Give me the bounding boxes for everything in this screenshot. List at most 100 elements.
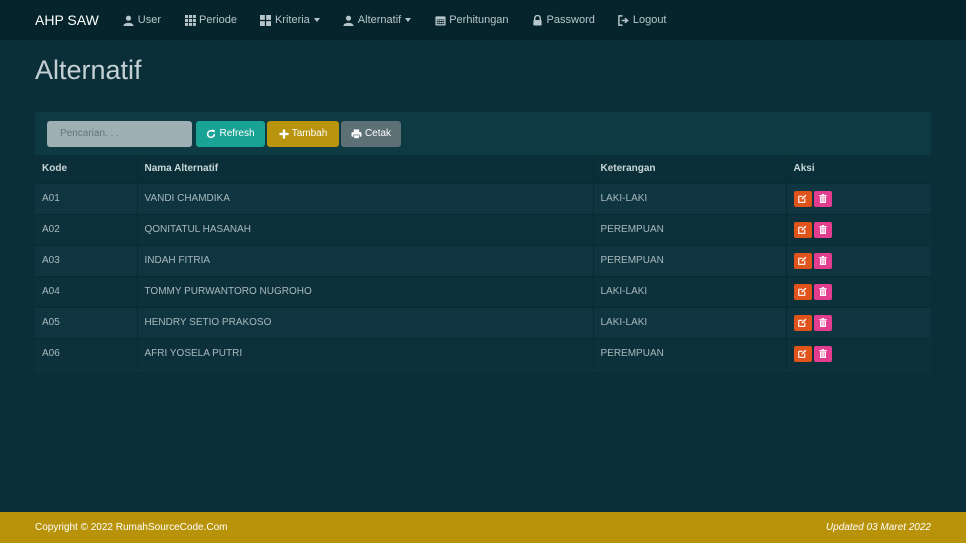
cell-nama: HENDRY SETIO PRAKOSO bbox=[136, 306, 593, 338]
table-header-row: Kode Nama Alternatif Keterangan Aksi bbox=[35, 155, 931, 183]
nav-item-periode[interactable]: Periode bbox=[184, 14, 237, 26]
nav-item-logout[interactable]: Logout bbox=[618, 14, 667, 26]
edit-button[interactable] bbox=[793, 190, 812, 207]
grid-icon bbox=[184, 14, 196, 26]
nav-item-label: Alternatif bbox=[357, 14, 402, 26]
lock-icon bbox=[532, 14, 544, 26]
nav-item-label: Password bbox=[546, 14, 595, 26]
alternatif-table: Kode Nama Alternatif Keterangan Aksi A01… bbox=[35, 155, 931, 369]
cell-aksi bbox=[785, 337, 931, 369]
add-button[interactable]: Tambah bbox=[267, 120, 339, 147]
chevron-down-icon bbox=[405, 18, 412, 22]
nav-item-label: Kriteria bbox=[274, 14, 310, 26]
nav-item-alternatif[interactable]: Alternatif bbox=[343, 14, 412, 26]
refresh-label: Refresh bbox=[219, 128, 255, 139]
copyright-text: Copyright © 2022 RumahSourceCode.Com bbox=[35, 522, 228, 533]
refresh-button[interactable]: Refresh bbox=[196, 120, 265, 147]
user-icon bbox=[343, 14, 355, 26]
cell-aksi bbox=[785, 182, 931, 214]
delete-button[interactable] bbox=[813, 314, 832, 331]
cell-nama: TOMMY PURWANTORO NUGROHO bbox=[136, 275, 593, 307]
plus-icon bbox=[279, 128, 289, 139]
trash-icon bbox=[818, 287, 827, 296]
trash-icon bbox=[818, 318, 827, 327]
table-row: A05 HENDRY SETIO PRAKOSO LAKI-LAKI bbox=[35, 306, 931, 338]
delete-button[interactable] bbox=[813, 190, 832, 207]
print-label: Cetak bbox=[364, 128, 392, 139]
edit-button[interactable] bbox=[793, 345, 812, 362]
column-header-kode: Kode bbox=[35, 155, 137, 183]
trash-icon bbox=[818, 225, 827, 234]
table-row: A04 TOMMY PURWANTORO NUGROHO LAKI-LAKI bbox=[35, 275, 931, 307]
column-header-keterangan: Keterangan bbox=[592, 155, 786, 183]
edit-button[interactable] bbox=[793, 221, 812, 238]
edit-icon bbox=[798, 256, 807, 265]
search-input[interactable] bbox=[47, 120, 192, 147]
footer: Copyright © 2022 RumahSourceCode.Com Upd… bbox=[0, 512, 966, 543]
refresh-icon bbox=[206, 129, 216, 139]
cell-keterangan: PEREMPUAN bbox=[592, 337, 786, 369]
logout-icon bbox=[618, 14, 630, 26]
cell-kode: A06 bbox=[35, 337, 137, 369]
edit-icon bbox=[798, 318, 807, 327]
user-icon bbox=[123, 14, 135, 26]
cell-nama: INDAH FITRIA bbox=[136, 244, 593, 276]
toolbar: Refresh Tambah Cetak bbox=[35, 112, 931, 155]
column-header-aksi: Aksi bbox=[785, 155, 931, 183]
edit-icon bbox=[798, 349, 807, 359]
cell-keterangan: PEREMPUAN bbox=[592, 213, 786, 245]
cell-nama: QONITATUL HASANAH bbox=[136, 213, 593, 245]
trash-icon bbox=[818, 256, 827, 265]
cell-aksi bbox=[785, 306, 931, 338]
nav-item-user[interactable]: User bbox=[123, 14, 161, 26]
add-label: Tambah bbox=[291, 128, 328, 139]
cell-nama: VANDI CHAMDIKA bbox=[136, 182, 593, 214]
table-row: A03 INDAH FITRIA PEREMPUAN bbox=[35, 244, 931, 276]
cell-kode: A03 bbox=[35, 244, 137, 276]
nav-item-label: Periode bbox=[199, 14, 237, 26]
cell-keterangan: LAKI-LAKI bbox=[592, 306, 786, 338]
edit-button[interactable] bbox=[793, 314, 812, 331]
nav-item-kriteria[interactable]: Kriteria bbox=[260, 14, 320, 26]
trash-icon bbox=[818, 194, 827, 203]
print-button[interactable]: Cetak bbox=[341, 120, 401, 147]
cell-keterangan: PEREMPUAN bbox=[592, 244, 786, 276]
cell-aksi bbox=[785, 275, 931, 307]
column-header-nama: Nama Alternatif bbox=[136, 155, 593, 183]
navbar: AHP SAW User Periode Kriteria Alternatif… bbox=[0, 0, 966, 40]
delete-button[interactable] bbox=[813, 221, 832, 238]
edit-button[interactable] bbox=[793, 252, 812, 269]
delete-button[interactable] bbox=[813, 252, 832, 269]
cell-keterangan: LAKI-LAKI bbox=[592, 275, 786, 307]
calendar-icon bbox=[434, 14, 446, 26]
edit-icon bbox=[798, 287, 807, 296]
chevron-down-icon bbox=[313, 18, 320, 22]
page-title: Alternatif bbox=[35, 55, 142, 85]
delete-button[interactable] bbox=[813, 345, 832, 362]
edit-button[interactable] bbox=[793, 283, 812, 300]
updated-text: Updated 03 Maret 2022 bbox=[825, 522, 931, 533]
cell-kode: A02 bbox=[35, 213, 137, 245]
cell-aksi bbox=[785, 244, 931, 276]
cell-keterangan: LAKI-LAKI bbox=[592, 182, 786, 214]
table-row: A02 QONITATUL HASANAH PEREMPUAN bbox=[35, 213, 931, 245]
nav-item-label: Logout bbox=[632, 14, 667, 26]
print-icon bbox=[351, 128, 362, 139]
cell-kode: A05 bbox=[35, 306, 137, 338]
nav-item-password[interactable]: Password bbox=[532, 14, 595, 26]
cell-aksi bbox=[785, 213, 931, 245]
nav-item-label: Perhitungan bbox=[449, 14, 509, 26]
grid-large-icon bbox=[260, 14, 272, 26]
trash-icon bbox=[818, 349, 827, 359]
table-row: A06 AFRI YOSELA PUTRI PEREMPUAN bbox=[35, 337, 931, 369]
delete-button[interactable] bbox=[813, 283, 832, 300]
edit-icon bbox=[798, 194, 807, 203]
brand[interactable]: AHP SAW bbox=[35, 12, 99, 28]
table-row: A01 VANDI CHAMDIKA LAKI-LAKI bbox=[35, 182, 931, 214]
cell-nama: AFRI YOSELA PUTRI bbox=[136, 337, 593, 369]
cell-kode: A01 bbox=[35, 182, 137, 214]
alternatif-panel: Refresh Tambah Cetak Kode Nama Alternati… bbox=[35, 112, 931, 372]
edit-icon bbox=[798, 225, 807, 234]
cell-kode: A04 bbox=[35, 275, 137, 307]
nav-item-perhitungan[interactable]: Perhitungan bbox=[434, 14, 509, 26]
